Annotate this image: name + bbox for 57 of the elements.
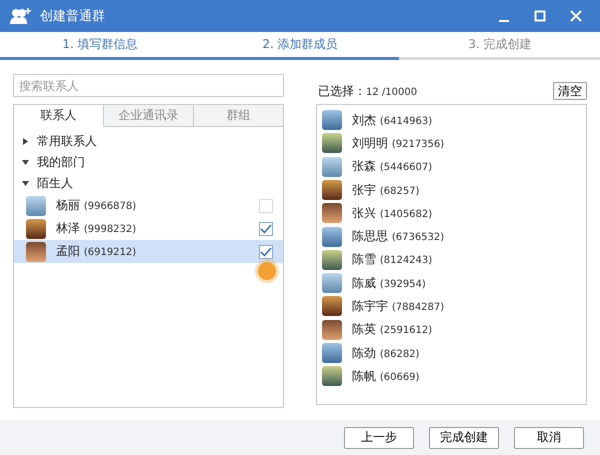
member-name: 陈威 (392954) <box>352 274 427 292</box>
member-name: 陈帆 (60669) <box>352 368 420 385</box>
avatar-image <box>322 250 342 270</box>
avatar-image <box>322 180 342 200</box>
contact-name: 林泽 (9998232) <box>56 220 138 238</box>
avatar-image <box>322 366 342 386</box>
avatar-image <box>322 273 342 294</box>
minimize-icon <box>499 20 509 22</box>
contact-row[interactable]: 林泽 (9998232) <box>14 217 283 240</box>
footer-button[interactable]: 取消 <box>514 426 584 449</box>
step-label: 1. 填写群信息 <box>61 36 139 53</box>
footer-button[interactable]: 完成创建 <box>429 426 499 449</box>
caret-down-icon[interactable] <box>22 180 29 188</box>
checkbox[interactable] <box>259 222 273 236</box>
search-field[interactable]: 搜索联系人 <box>13 74 284 98</box>
contact-row[interactable]: 孟阳 (6919212) <box>14 240 283 264</box>
contact-row[interactable]: 杨丽 (9966878) <box>14 194 283 218</box>
selected-count: 已选择：12 /10000 <box>317 82 418 100</box>
group-label[interactable]: 常用联系人 <box>37 133 97 150</box>
avatar-image <box>26 218 46 239</box>
member-name: 张宇 (68257) <box>352 182 420 198</box>
member-name: 刘明明 (9217356) <box>352 134 446 152</box>
checkbox[interactable] <box>259 198 273 213</box>
avatar-image <box>26 242 46 262</box>
close-icon <box>570 10 582 22</box>
member-name: 刘杰 (6414963) <box>352 112 434 129</box>
avatar-image <box>322 296 342 316</box>
member-name: 张兴 (1405682) <box>352 204 434 222</box>
clear-button[interactable]: 清空 <box>553 82 587 100</box>
avatar-image <box>322 203 342 224</box>
step-label: 3. 完成创建 <box>467 36 533 53</box>
contact-name: 孟阳 (6919212) <box>56 243 138 260</box>
member-name: 陈雪 (8124243) <box>352 251 434 268</box>
avatar-image <box>322 343 342 364</box>
avatar-image <box>322 226 342 247</box>
caret-right-icon[interactable] <box>22 138 29 146</box>
window-title: 创建普通群 <box>40 8 106 25</box>
footer-button[interactable]: 上一步 <box>344 426 414 449</box>
contact-name: 杨丽 (9966878) <box>56 197 138 214</box>
avatar-image <box>322 156 342 177</box>
avatar-image <box>322 133 342 154</box>
group-label[interactable]: 陌生人 <box>37 175 73 192</box>
avatar-image <box>322 320 342 340</box>
member-name: 张森 (5446607) <box>352 158 434 176</box>
avatar-image <box>322 110 342 130</box>
cursor-dot <box>258 262 276 280</box>
caret-down-icon[interactable] <box>22 159 29 166</box>
maximize-icon <box>534 10 546 22</box>
member-name: 陈思思 (6736532) <box>352 228 446 246</box>
checkbox[interactable] <box>259 244 273 259</box>
member-name: 陈宇宇 (7884287) <box>352 298 446 315</box>
member-name: 陈英 (2591612) <box>352 321 434 338</box>
member-name: 陈劲 (86282) <box>352 344 420 362</box>
group-label[interactable]: 我的部门 <box>37 154 85 172</box>
avatar-image <box>26 196 46 216</box>
group-add-icon <box>10 6 32 25</box>
step-label: 2. 添加群成员 <box>261 36 339 53</box>
